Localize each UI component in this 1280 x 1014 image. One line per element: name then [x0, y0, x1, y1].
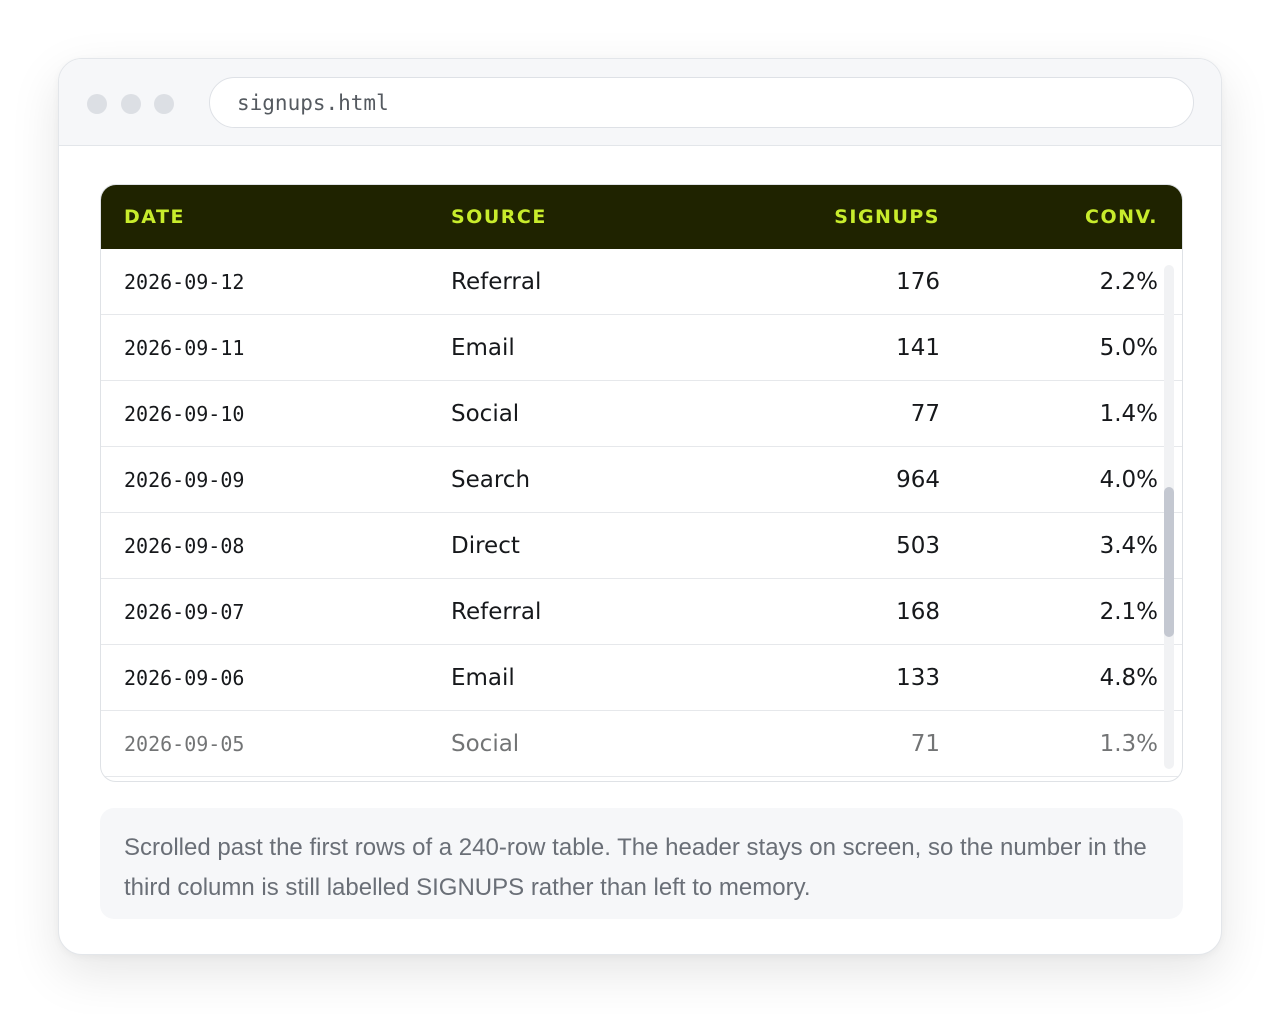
cell-signups: 503 [896, 533, 940, 559]
scrollbar-thumb[interactable] [1164, 487, 1174, 637]
table-row[interactable]: 2026-09-07 Referral 168 2.1% [101, 579, 1182, 645]
cell-date: 2026-09-10 [124, 402, 245, 426]
table-body[interactable]: 2026-09-12 Referral 176 2.2% 2026-09-11 Email… [101, 249, 1182, 781]
column-header-signups[interactable]: SIGNUPS [834, 185, 940, 249]
address-bar[interactable]: signups.html [209, 77, 1194, 128]
caption-note: Scrolled past the first rows of a 240-ro… [100, 808, 1183, 919]
table-row[interactable]: 2026-09-12 Referral 176 2.2% [101, 249, 1182, 315]
cell-source: Email [451, 335, 515, 361]
table-row[interactable]: 2026-09-05 Social 71 1.3% [101, 711, 1182, 777]
cell-date: 2026-09-07 [124, 600, 245, 624]
address-text: signups.html [237, 90, 389, 115]
cell-date: 2026-09-08 [124, 534, 245, 558]
table-row[interactable]: 2026-09-06 Email 133 4.8% [101, 645, 1182, 711]
table-row[interactable]: 2026-09-11 Email 141 5.0% [101, 315, 1182, 381]
cell-conv: 1.3% [1099, 731, 1158, 757]
cell-source: Email [451, 665, 515, 691]
cell-date: 2026-09-12 [124, 270, 245, 294]
cell-conv: 5.0% [1099, 335, 1158, 361]
maximize-window-dot-icon[interactable] [154, 94, 174, 114]
cell-conv: 2.2% [1099, 269, 1158, 295]
cell-conv: 3.4% [1099, 533, 1158, 559]
browser-window: signups.html DATE SOURCE SIGNUPS CONV. 2… [58, 58, 1222, 955]
cell-source: Referral [451, 599, 542, 625]
cell-date: 2026-09-11 [124, 336, 245, 360]
cell-signups: 133 [896, 665, 940, 691]
signups-table: DATE SOURCE SIGNUPS CONV. 2026-09-12 Refe… [100, 184, 1183, 782]
table-header: DATE SOURCE SIGNUPS CONV. [101, 185, 1182, 249]
cell-signups: 141 [896, 335, 940, 361]
table-row[interactable]: 2026-09-09 Search 964 4.0% [101, 447, 1182, 513]
cell-source: Direct [451, 533, 520, 559]
cell-conv: 1.4% [1099, 401, 1158, 427]
cell-conv: 4.0% [1099, 467, 1158, 493]
cell-source: Social [451, 401, 520, 427]
table-row[interactable]: 2026-09-10 Social 77 1.4% [101, 381, 1182, 447]
column-header-conv[interactable]: CONV. [1085, 185, 1158, 249]
minimize-window-dot-icon[interactable] [121, 94, 141, 114]
scrollbar-track[interactable] [1164, 265, 1174, 769]
cell-conv: 2.1% [1099, 599, 1158, 625]
cell-source: Search [451, 467, 531, 493]
column-header-source[interactable]: SOURCE [451, 185, 547, 249]
cell-conv: 4.8% [1099, 665, 1158, 691]
cell-date: 2026-09-06 [124, 666, 245, 690]
column-header-date[interactable]: DATE [124, 185, 185, 249]
close-window-dot-icon[interactable] [87, 94, 107, 114]
cell-signups: 168 [896, 599, 940, 625]
cell-signups: 71 [910, 731, 940, 757]
cell-signups: 964 [896, 467, 940, 493]
cell-signups: 176 [896, 269, 940, 295]
cell-source: Referral [451, 269, 542, 295]
title-bar: signups.html [59, 59, 1221, 146]
cell-signups: 77 [910, 401, 940, 427]
cell-date: 2026-09-09 [124, 468, 245, 492]
table-row[interactable]: 2026-09-08 Direct 503 3.4% [101, 513, 1182, 579]
cell-source: Social [451, 731, 520, 757]
cell-date: 2026-09-05 [124, 732, 245, 756]
